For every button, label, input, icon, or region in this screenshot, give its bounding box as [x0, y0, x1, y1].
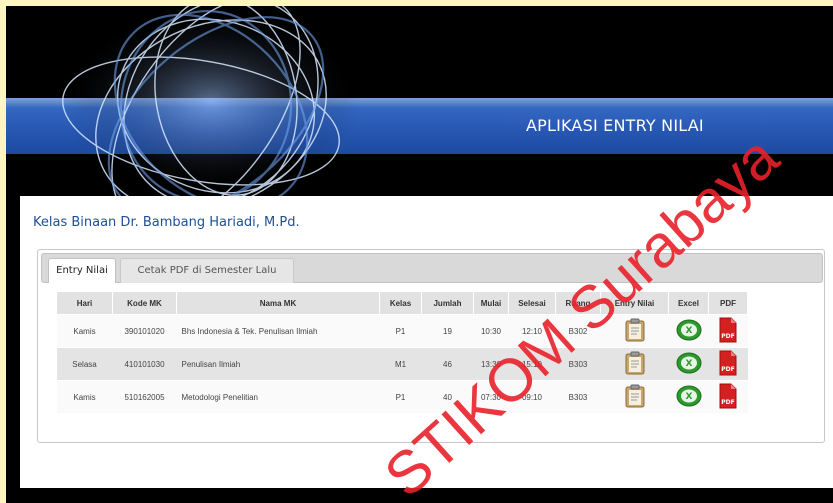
excel-icon[interactable]: X — [676, 319, 702, 343]
cell-ruang: B303 — [555, 380, 601, 414]
cell-kelas: P1 — [379, 314, 422, 348]
tab-entry-nilai[interactable]: Entry Nilai — [48, 258, 116, 283]
col-excel: Excel — [668, 291, 709, 315]
cell-selesai: 09:10 — [508, 380, 556, 414]
col-mulai: Mulai — [473, 291, 509, 315]
cell-mulai: 07:30 — [473, 380, 509, 414]
cell-pdf: PDF — [708, 347, 748, 381]
col-kode-mk: Kode MK — [112, 291, 177, 315]
cell-nama: Metodologi Penelitian — [176, 380, 380, 414]
cell-ruang: B302 — [555, 314, 601, 348]
pdf-icon[interactable]: PDF — [717, 317, 739, 345]
excel-icon[interactable]: X — [676, 385, 702, 409]
table-row: Selasa 410101030 Penulisan Ilmiah M1 46 … — [56, 347, 748, 381]
col-kelas: Kelas — [379, 291, 422, 315]
col-nama-mk: Nama MK — [176, 291, 380, 315]
svg-text:PDF: PDF — [721, 333, 734, 340]
col-pdf: PDF — [708, 291, 748, 315]
table-row: Kamis 510162005 Metodologi Penelitian P1… — [56, 380, 748, 414]
cell-nama: Bhs Indonesia & Tek. Penulisan Ilmiah — [176, 314, 380, 348]
excel-icon[interactable]: X — [676, 352, 702, 376]
cell-selesai: 12:10 — [508, 314, 556, 348]
cell-hari: Kamis — [56, 380, 113, 414]
cell-excel: X — [668, 347, 709, 381]
cell-pdf: PDF — [708, 380, 748, 414]
cell-hari: Kamis — [56, 314, 113, 348]
pdf-icon[interactable]: PDF — [717, 350, 739, 378]
cell-hari: Selasa — [56, 347, 113, 381]
cell-excel: X — [668, 380, 709, 414]
clipboard-icon[interactable] — [624, 318, 646, 344]
kelas-table: Hari Kode MK Nama MK Kelas Jumlah Mulai … — [56, 291, 748, 414]
clipboard-icon[interactable] — [624, 384, 646, 410]
svg-text:PDF: PDF — [721, 399, 734, 406]
cell-entry — [600, 347, 669, 381]
tab-container: Entry Nilai Cetak PDF di Semester Lalu H… — [37, 249, 825, 443]
col-jumlah: Jumlah — [421, 291, 474, 315]
cell-excel: X — [668, 314, 709, 348]
col-ruang: Ruang — [555, 291, 601, 315]
cell-pdf: PDF — [708, 314, 748, 348]
cell-kode: 390101020 — [112, 314, 177, 348]
app-frame: APLIKASI ENTRY NILAI Kelas Binaan Dr. Ba… — [6, 6, 833, 503]
pdf-icon[interactable]: PDF — [717, 383, 739, 411]
table-row: Kamis 390101020 Bhs Indonesia & Tek. Pen… — [56, 314, 748, 348]
clipboard-icon[interactable] — [624, 351, 646, 377]
header-banner: APLIKASI ENTRY NILAI — [6, 6, 833, 196]
svg-text:X: X — [685, 326, 692, 336]
cell-jumlah: 46 — [421, 347, 474, 381]
main-content: Kelas Binaan Dr. Bambang Hariadi, M.Pd. … — [20, 196, 833, 488]
svg-text:X: X — [685, 359, 692, 369]
cell-mulai: 10:30 — [473, 314, 509, 348]
cell-entry — [600, 380, 669, 414]
cell-jumlah: 40 — [421, 380, 474, 414]
col-hari: Hari — [56, 291, 113, 315]
page-heading: Kelas Binaan Dr. Bambang Hariadi, M.Pd. — [33, 215, 300, 230]
cell-mulai: 13:30 — [473, 347, 509, 381]
cell-kelas: P1 — [379, 380, 422, 414]
cell-kode: 410101030 — [112, 347, 177, 381]
app-title: APLIKASI ENTRY NILAI — [526, 116, 704, 135]
bottom-bar — [6, 488, 833, 503]
cell-jumlah: 19 — [421, 314, 474, 348]
tab-cetak-pdf[interactable]: Cetak PDF di Semester Lalu — [120, 258, 294, 283]
col-entry-nilai: Entry Nilai — [600, 291, 669, 315]
svg-text:PDF: PDF — [721, 366, 734, 373]
table-header-row: Hari Kode MK Nama MK Kelas Jumlah Mulai … — [56, 291, 748, 315]
cell-kelas: M1 — [379, 347, 422, 381]
cell-selesai: 15:10 — [508, 347, 556, 381]
cell-kode: 510162005 — [112, 380, 177, 414]
cell-ruang: B303 — [555, 347, 601, 381]
svg-text:X: X — [685, 392, 692, 402]
tab-bar: Entry Nilai Cetak PDF di Semester Lalu — [41, 253, 823, 283]
cell-entry — [600, 314, 669, 348]
swirl-graphic — [61, 6, 361, 196]
cell-nama: Penulisan Ilmiah — [176, 347, 380, 381]
col-selesai: Selesai — [508, 291, 556, 315]
